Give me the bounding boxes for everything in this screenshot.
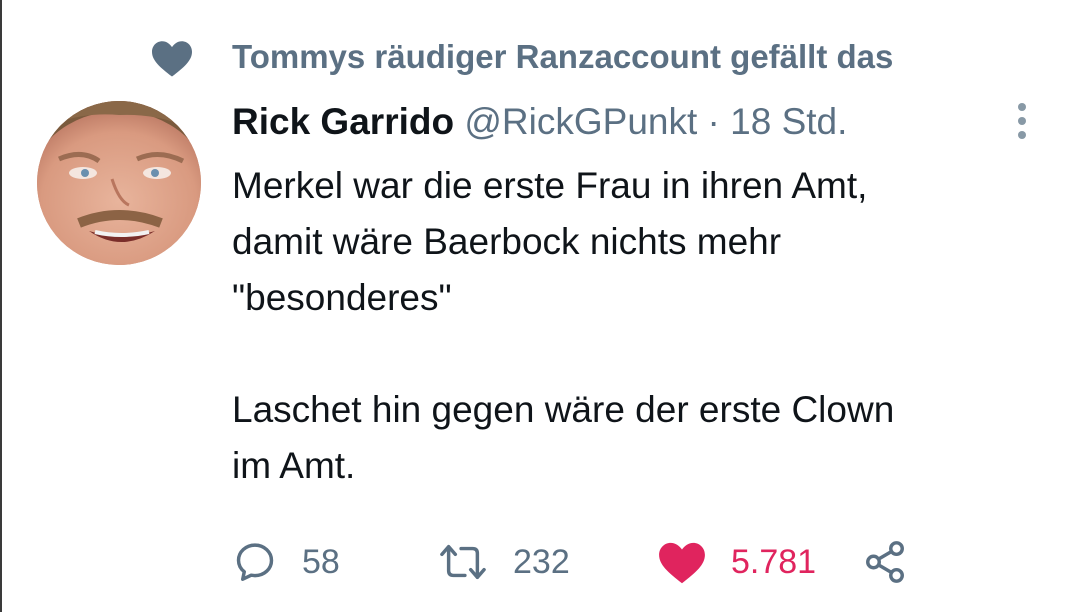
tweet-text-blank-line [232, 326, 1052, 382]
more-options-button[interactable] [1008, 100, 1036, 142]
heart-icon [152, 41, 192, 77]
tweet-actions: 58 232 5.781 [232, 534, 952, 590]
social-context-text[interactable]: Tommys räudiger Ranzaccount gefällt das [232, 38, 893, 76]
reply-count: 58 [302, 542, 340, 581]
share-button[interactable] [862, 534, 908, 590]
avatar-image [37, 101, 201, 265]
share-icon [866, 541, 904, 583]
reply-button[interactable]: 58 [232, 534, 340, 590]
avatar[interactable] [37, 101, 201, 265]
retweet-icon [440, 544, 486, 580]
screen-edge-line [0, 0, 2, 612]
more-icon-dot [1018, 131, 1026, 139]
tweet-timestamp[interactable]: 18 Std. [730, 101, 847, 142]
more-icon-dot [1018, 103, 1026, 111]
tweet-text-line: Merkel war die erste Frau in ihren Amt, [232, 165, 868, 206]
retweet-button[interactable]: 232 [437, 534, 570, 590]
tweet-header: Rick Garrido @RickGPunkt · 18 Std. [232, 98, 847, 148]
tweet-text-line: damit wäre Baerbock nichts mehr [232, 221, 782, 262]
heart-icon [659, 542, 705, 584]
tweet-text-line: Laschet hin gegen wäre der erste Clown [232, 389, 895, 430]
like-count: 5.781 [731, 542, 817, 581]
tweet-text: Merkel war die erste Frau in ihren Amt, … [232, 158, 1052, 494]
retweet-count: 232 [513, 542, 570, 581]
like-button[interactable]: 5.781 [657, 534, 816, 590]
author-name[interactable]: Rick Garrido [232, 101, 454, 142]
reply-icon [236, 543, 274, 581]
header-separator: · [707, 101, 720, 142]
tweet-text-line: im Amt. [232, 445, 356, 486]
author-handle[interactable]: @RickGPunkt [464, 101, 697, 142]
more-icon-dot [1018, 117, 1026, 125]
tweet-text-line: "besonderes" [232, 277, 452, 318]
